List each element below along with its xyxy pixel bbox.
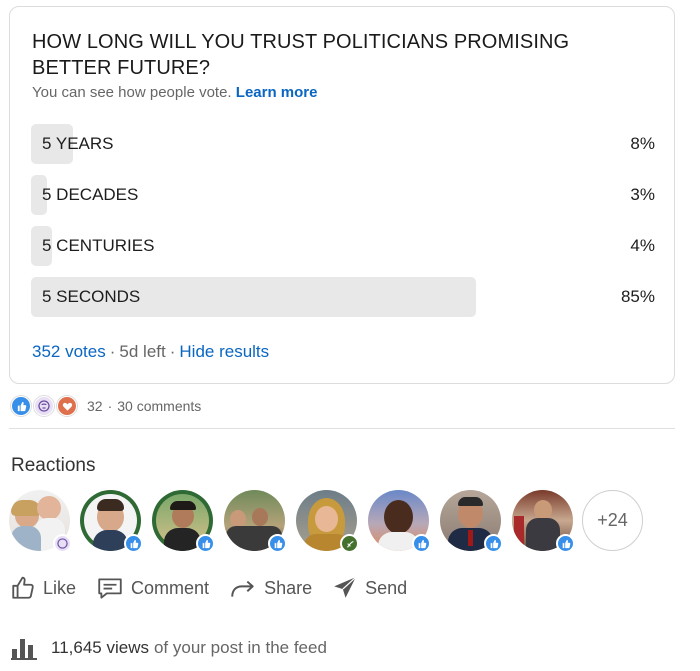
post-actions: Like Comment Share Send — [10, 571, 427, 605]
poll-option-percent: 4% — [630, 236, 655, 255]
avatar[interactable] — [152, 490, 215, 553]
poll-option-percent: 8% — [630, 134, 655, 153]
avatar[interactable] — [440, 490, 503, 553]
share-label: Share — [264, 577, 313, 598]
poll-meta: 352 votes · 5d left · Hide results — [32, 342, 269, 362]
comment-button[interactable]: Comment — [96, 575, 209, 601]
poll-subtitle: You can see how people vote. — [32, 84, 232, 101]
reactions-heading: Reactions — [11, 455, 96, 476]
insightful-icon — [53, 534, 72, 553]
poll-option: 5 YEARS 8% — [31, 124, 655, 164]
share-arrow-icon — [231, 580, 254, 597]
avatar[interactable] — [296, 490, 359, 553]
insightful-icon — [34, 396, 54, 416]
like-icon — [556, 534, 575, 553]
avatar[interactable] — [512, 490, 575, 553]
divider — [9, 428, 675, 429]
time-left: 5d left — [119, 342, 166, 361]
send-icon — [334, 576, 357, 598]
love-icon — [57, 396, 77, 416]
post-views[interactable]: 11,645 views of your post in the feed — [11, 636, 327, 660]
send-label: Send — [365, 577, 408, 598]
reactor-avatars: +24 — [9, 490, 649, 553]
count-separator: · — [107, 398, 113, 414]
poll-option: 5 SECONDS 85% — [31, 277, 655, 317]
hide-results-link[interactable]: Hide results — [179, 342, 269, 361]
like-icon — [196, 534, 215, 553]
comment-label: Comment — [131, 577, 210, 598]
poll-visibility-note: You can see how people vote. Learn more — [32, 84, 317, 101]
like-icon — [11, 396, 31, 416]
thumbs-up-icon — [12, 576, 34, 599]
send-button[interactable]: Send — [332, 575, 407, 601]
more-reactors-button[interactable]: +24 — [582, 490, 643, 551]
avatar[interactable] — [224, 490, 287, 553]
like-label: Like — [43, 577, 77, 598]
poll-option: 5 DECADES 3% — [31, 175, 655, 215]
share-button[interactable]: Share — [229, 575, 312, 601]
meta-separator: · — [169, 342, 176, 361]
meta-separator: · — [109, 342, 116, 361]
avatar[interactable] — [9, 490, 72, 553]
like-icon — [484, 534, 503, 553]
poll-option-percent: 3% — [630, 185, 655, 204]
avatar[interactable] — [80, 490, 143, 553]
poll-card: HOW LONG WILL YOU TRUST POLITICIANS PROM… — [9, 6, 675, 384]
bar-chart-icon — [11, 639, 37, 660]
poll-option-label: 5 DECADES — [42, 185, 139, 204]
celebrate-icon — [340, 534, 359, 553]
poll-question: HOW LONG WILL YOU TRUST POLITICIANS PROM… — [32, 31, 570, 79]
reaction-count[interactable]: 32 — [87, 398, 103, 414]
poll-option-percent: 85% — [620, 287, 655, 306]
comments-count[interactable]: 30 comments — [117, 398, 201, 414]
votes-link[interactable]: 352 votes — [32, 342, 106, 361]
comment-icon — [98, 578, 122, 599]
social-counts[interactable]: 32 · 30 comments — [11, 395, 201, 417]
like-icon — [412, 534, 431, 553]
poll-option-label: 5 YEARS — [42, 134, 114, 153]
learn-more-link[interactable]: Learn more — [236, 84, 318, 101]
poll-option-label: 5 CENTURIES — [42, 236, 155, 255]
views-count: 11,645 views — [51, 638, 149, 657]
views-suffix: of your post in the feed — [153, 638, 327, 657]
like-icon — [124, 534, 143, 553]
poll-option: 5 CENTURIES 4% — [31, 226, 655, 266]
avatar[interactable] — [368, 490, 431, 553]
like-icon — [268, 534, 287, 553]
poll-option-label: 5 SECONDS — [42, 287, 141, 306]
like-button[interactable]: Like — [10, 575, 76, 601]
